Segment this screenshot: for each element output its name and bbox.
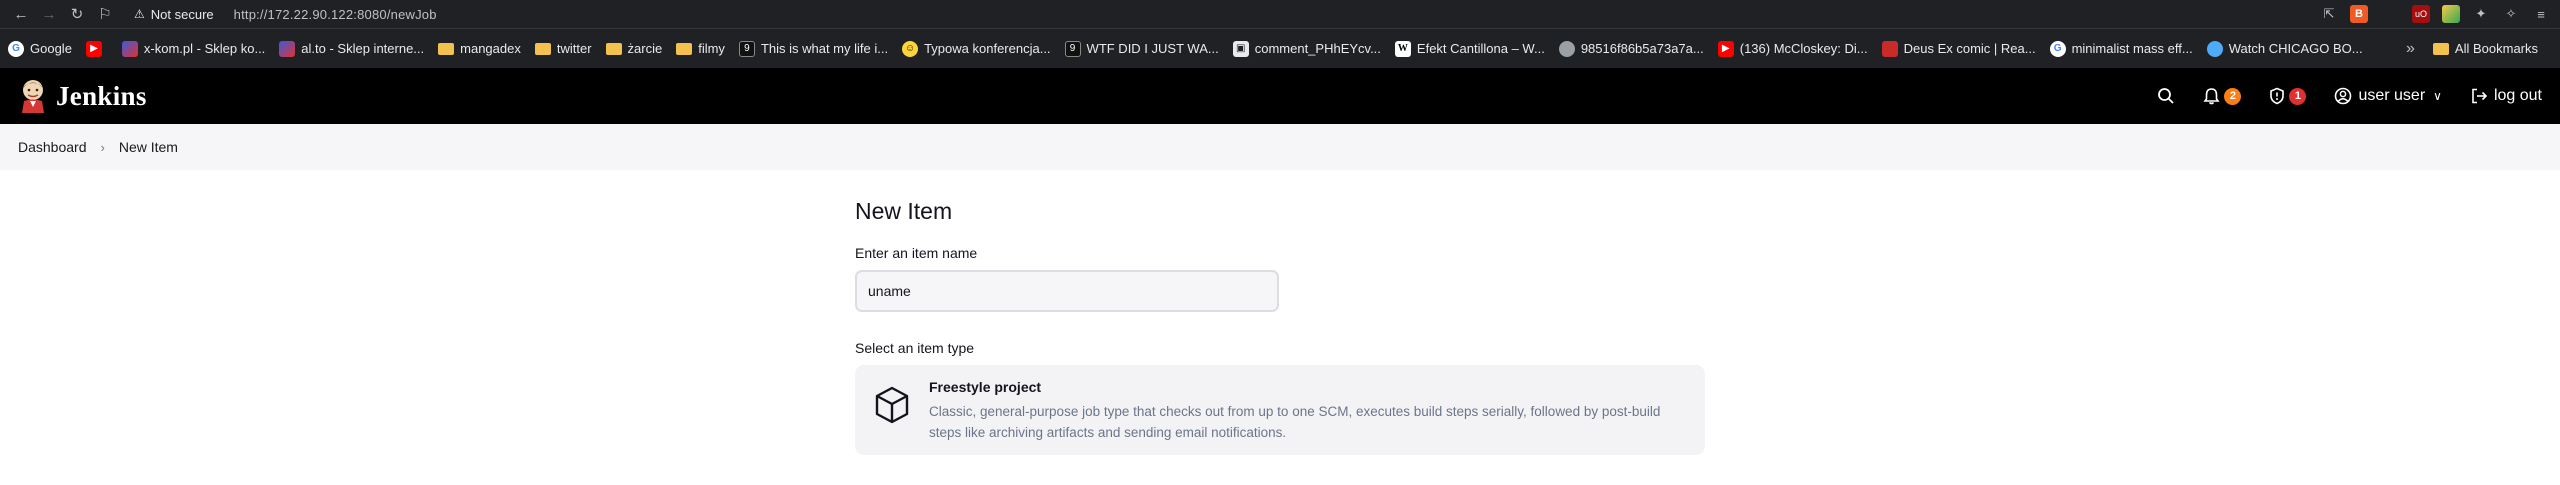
youtube-icon: ▶ bbox=[1717, 40, 1734, 57]
ublock-icon[interactable]: uO bbox=[2412, 5, 2430, 23]
folder-icon bbox=[438, 42, 455, 55]
brave-shield-icon[interactable]: B bbox=[2350, 5, 2368, 23]
item-type-freestyle[interactable]: Freestyle project Classic, general-purpo… bbox=[855, 365, 1705, 455]
extension-icon[interactable] bbox=[2442, 5, 2460, 23]
all-bookmarks-button[interactable]: All Bookmarks bbox=[2432, 41, 2538, 56]
notifications-button[interactable]: 2 bbox=[2203, 87, 2242, 105]
chevron-down-icon: ∨ bbox=[2433, 89, 2442, 103]
bookmark-item[interactable]: ▶ (136) McCloskey: Di... bbox=[1717, 40, 1868, 57]
share-icon[interactable]: ⇱ bbox=[2320, 5, 2338, 23]
page-title: New Item bbox=[855, 198, 953, 224]
browser-toolbar: ← → ↻ ⚐ ⚠ Not secure http://172.22.90.12… bbox=[0, 0, 2560, 28]
address-url[interactable]: http://172.22.90.122:8080/newJob bbox=[234, 7, 437, 22]
google-icon: G bbox=[2049, 40, 2066, 57]
header-actions: 2 1 user user ∨ log out bbox=[2129, 87, 2542, 105]
wikipedia-icon: W bbox=[1394, 40, 1411, 57]
jenkins-home-link[interactable]: Jenkins bbox=[18, 79, 147, 113]
jenkins-butler-icon bbox=[22, 80, 44, 113]
bookmark-item[interactable]: ▶ bbox=[85, 40, 108, 57]
globe-icon bbox=[2206, 40, 2223, 57]
bookmark-folder[interactable]: żarcie bbox=[605, 41, 662, 56]
item-name-label: Enter an item name bbox=[855, 245, 978, 261]
user-icon bbox=[2335, 87, 2352, 105]
bell-icon bbox=[2203, 88, 2221, 105]
bookmark-item[interactable]: al.to - Sklep interne... bbox=[279, 40, 424, 57]
user-name: user user bbox=[2358, 87, 2426, 104]
bookmark-item[interactable]: ▣ comment_PHhEYcv... bbox=[1232, 40, 1381, 57]
bookmark-item[interactable]: Watch CHICAGO BO... bbox=[2206, 40, 2363, 57]
folder-icon bbox=[605, 42, 622, 55]
bookmark-item[interactable]: 98516f86b5a73a7a... bbox=[1558, 40, 1704, 57]
bookmark-item[interactable]: G Google bbox=[8, 40, 72, 57]
security-label: Not secure bbox=[150, 6, 214, 22]
bookmark-folder[interactable]: mangadex bbox=[438, 41, 521, 56]
site-icon: 9 bbox=[1064, 40, 1081, 57]
new-item-form: New Item Enter an item name Select an it… bbox=[855, 198, 1705, 455]
bookmark-item[interactable]: W Efekt Cantillona – W... bbox=[1394, 40, 1545, 57]
breadcrumb-current: New Item bbox=[118, 139, 178, 155]
breadcrumb-dashboard[interactable]: Dashboard bbox=[18, 139, 87, 155]
search-icon bbox=[2158, 88, 2175, 104]
box-icon bbox=[875, 386, 909, 424]
site-icon: 9 bbox=[738, 40, 755, 57]
toolbar-right: ⇱ B uO ✦ ✧ ≡ bbox=[2320, 5, 2550, 23]
folder-icon bbox=[2432, 42, 2449, 55]
bookmark-folder[interactable]: filmy bbox=[676, 41, 725, 56]
puzzle-icon[interactable]: ✦ bbox=[2472, 5, 2490, 23]
warning-icon: ⚠ bbox=[134, 7, 145, 21]
search-button[interactable] bbox=[2157, 87, 2175, 105]
bookmark-item[interactable]: 9 This is what my life i... bbox=[738, 40, 888, 57]
back-icon[interactable]: ← bbox=[10, 3, 32, 25]
item-type-text: Freestyle project Classic, general-purpo… bbox=[929, 379, 1687, 441]
item-name-input[interactable] bbox=[855, 270, 1279, 312]
brand-name: Jenkins bbox=[56, 80, 147, 111]
shield-icon bbox=[1881, 40, 1898, 57]
menu-icon[interactable]: ≡ bbox=[2532, 5, 2550, 23]
item-type-label: Select an item type bbox=[855, 340, 975, 356]
logout-label: log out bbox=[2493, 87, 2542, 104]
google-icon: G bbox=[8, 40, 24, 57]
item-type-title: Freestyle project bbox=[929, 379, 1042, 395]
bookmark-folder[interactable]: twitter bbox=[534, 41, 592, 56]
bookmark-item[interactable]: Gminimalist mass eff... bbox=[2049, 40, 2193, 57]
folder-icon bbox=[676, 42, 693, 55]
reload-icon[interactable]: ↻ bbox=[66, 3, 88, 25]
item-type-description: Classic, general-purpose job type that c… bbox=[929, 404, 1661, 440]
youtube-icon: ▶ bbox=[85, 40, 102, 57]
security-indicator[interactable]: ⚠ Not secure bbox=[134, 7, 214, 22]
bookmarks-overflow-button[interactable]: » bbox=[2406, 40, 2415, 58]
bookmark-item[interactable]: 9 WTF DID I JUST WA... bbox=[1064, 40, 1219, 57]
bookmark-item[interactable]: x-kom.pl - Sklep ko... bbox=[121, 40, 265, 57]
doc-icon: ▣ bbox=[1232, 40, 1249, 57]
shield-icon bbox=[2270, 87, 2285, 105]
forward-icon[interactable]: → bbox=[38, 3, 60, 25]
security-badge: 1 bbox=[2289, 87, 2307, 105]
globe-icon bbox=[1558, 40, 1575, 57]
bookmarks-bar: G Google ▶ x-kom.pl - Sklep ko... al.to -… bbox=[0, 28, 2560, 68]
user-menu[interactable]: user user ∨ bbox=[2334, 87, 2442, 105]
alto-icon bbox=[279, 40, 296, 57]
sparkle-icon[interactable]: ✧ bbox=[2502, 5, 2520, 23]
breadcrumb: Dashboard › New Item bbox=[0, 124, 2560, 170]
chevron-right-icon: › bbox=[100, 139, 105, 155]
folder-icon bbox=[534, 42, 551, 55]
xkom-icon bbox=[121, 40, 138, 57]
logout-button[interactable]: log out bbox=[2470, 87, 2542, 105]
bookmark-item[interactable]: Deus Ex comic | Rea... bbox=[1881, 40, 2036, 57]
logout-icon bbox=[2472, 88, 2488, 104]
notifications-badge: 2 bbox=[2224, 87, 2242, 105]
emoji-icon: ☺ bbox=[902, 40, 919, 57]
bookmark-icon[interactable]: ⚐ bbox=[94, 3, 116, 25]
bookmark-item[interactable]: ☺ Typowa konferencja... bbox=[902, 40, 1051, 57]
jenkins-header: Jenkins 2 1 user user ∨ log out bbox=[0, 68, 2560, 124]
security-button[interactable]: 1 bbox=[2269, 87, 2307, 105]
